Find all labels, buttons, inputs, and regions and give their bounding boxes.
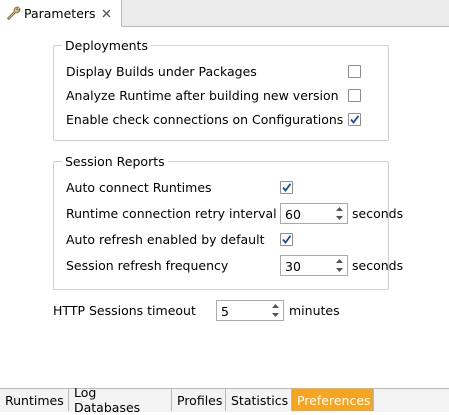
tab-log-databases[interactable]: Log Databases: [69, 385, 172, 415]
spinner-up-button[interactable]: [332, 257, 346, 265]
retry-interval-spinner[interactable]: 60: [280, 203, 348, 224]
session-reports-title: Session Reports: [65, 154, 165, 169]
checkmark-icon: [282, 235, 292, 244]
analyze-runtime-checkbox[interactable]: [348, 89, 361, 102]
arrow-up-icon: [335, 207, 343, 211]
deployments-title: Deployments: [65, 38, 148, 53]
display-builds-checkbox[interactable]: [348, 65, 361, 78]
spinner-down-button[interactable]: [268, 311, 282, 319]
analyze-runtime-label: Analyze Runtime after building new versi…: [66, 88, 339, 103]
auto-refresh-checkbox[interactable]: [280, 233, 293, 246]
refresh-frequency-label: Session refresh frequency: [66, 258, 229, 273]
arrow-up-icon: [335, 259, 343, 263]
http-timeout-unit: minutes: [289, 303, 340, 318]
spinner-down-button[interactable]: [332, 214, 346, 222]
tab-profiles[interactable]: Profiles: [172, 389, 226, 411]
arrow-down-icon: [271, 313, 279, 317]
arrow-up-icon: [271, 304, 279, 308]
http-timeout-spinner[interactable]: 5: [216, 300, 284, 321]
http-timeout-value: 5: [221, 304, 229, 319]
auto-connect-checkbox[interactable]: [280, 181, 293, 194]
display-builds-label: Display Builds under Packages: [66, 64, 257, 79]
refresh-frequency-unit: seconds: [352, 258, 404, 273]
checkmark-icon: [350, 115, 360, 124]
retry-interval-unit: seconds: [352, 206, 404, 221]
enable-check-label: Enable check connections on Configuratio…: [66, 112, 344, 127]
tab-preferences[interactable]: Preferences: [292, 389, 374, 411]
refresh-frequency-value: 30: [285, 259, 301, 274]
retry-interval-label: Runtime connection retry interval: [66, 206, 277, 221]
enable-check-checkbox[interactable]: [348, 113, 361, 126]
tab-statistics[interactable]: Statistics: [226, 389, 292, 411]
http-timeout-label: HTTP Sessions timeout: [53, 303, 196, 318]
close-icon[interactable]: [102, 9, 111, 18]
editor-tab-bar: Parameters: [0, 0, 449, 27]
tab-runtimes[interactable]: Runtimes: [0, 389, 69, 411]
wrench-icon: [6, 6, 21, 21]
auto-refresh-label: Auto refresh enabled by default: [66, 232, 265, 247]
bottom-tab-bar: Runtimes Log Databases Profiles Statisti…: [0, 385, 449, 415]
refresh-frequency-spinner[interactable]: 30: [280, 255, 348, 276]
retry-interval-value: 60: [285, 207, 301, 222]
spinner-down-button[interactable]: [332, 266, 346, 274]
checkmark-icon: [282, 183, 292, 192]
auto-connect-label: Auto connect Runtimes: [66, 180, 212, 195]
spinner-up-button[interactable]: [268, 302, 282, 310]
tab-parameters[interactable]: Parameters: [0, 0, 122, 27]
arrow-down-icon: [335, 268, 343, 272]
spinner-up-button[interactable]: [332, 205, 346, 213]
tab-title: Parameters: [24, 5, 96, 21]
arrow-down-icon: [335, 216, 343, 220]
